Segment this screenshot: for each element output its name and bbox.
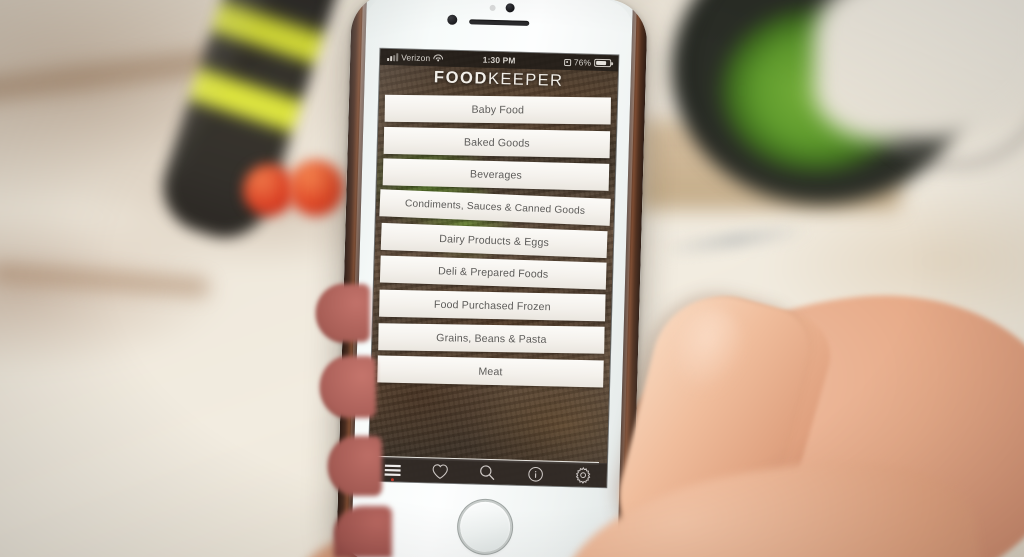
heart-icon (431, 463, 448, 479)
tab-settings[interactable] (565, 464, 600, 487)
tab-favorites[interactable] (423, 460, 458, 483)
hand-finger-foreground (328, 436, 382, 496)
gear-icon (574, 466, 591, 484)
hand-finger-foreground (320, 356, 376, 418)
tab-search[interactable] (470, 461, 505, 484)
app-title-light: KEEPER (487, 69, 564, 90)
category-item-deli-prepared-foods[interactable]: Deli & Prepared Foods (379, 255, 607, 291)
cherry-tomato (288, 160, 344, 216)
lock-rotation-icon (563, 58, 571, 66)
tab-info[interactable] (518, 462, 553, 485)
battery-icon (594, 58, 612, 68)
search-icon (479, 464, 496, 481)
menu-notification-badge (390, 477, 394, 481)
category-item-baked-goods[interactable]: Baked Goods (383, 126, 611, 158)
category-item-condiments-sauces-canned-goods[interactable]: Condiments, Sauces & Canned Goods (379, 189, 611, 226)
hand-finger-foreground (316, 284, 370, 342)
smartphone-device: Verizon 1:30 PM 76% FOODKEEPER Baby Food… (336, 0, 648, 557)
category-item-beverages[interactable]: Beverages (382, 158, 610, 192)
category-item-grains-beans-pasta[interactable]: Grains, Beans & Pasta (378, 323, 605, 354)
category-item-meat[interactable]: Meat (377, 354, 604, 388)
category-list[interactable]: Baby Food Baked Goods Beverages Condimen… (369, 93, 617, 462)
info-circle-icon (527, 466, 543, 482)
app-title-bold: FOOD (433, 68, 489, 88)
status-bar-right: 76% (563, 57, 612, 68)
kitchen-cloth (814, 0, 1024, 140)
category-item-dairy-products-eggs[interactable]: Dairy Products & Eggs (380, 222, 608, 258)
scene-root: Verizon 1:30 PM 76% FOODKEEPER Baby Food… (0, 0, 1024, 557)
phone-screen: Verizon 1:30 PM 76% FOODKEEPER Baby Food… (368, 48, 619, 488)
hand-finger-foreground (334, 506, 392, 557)
category-item-food-purchased-frozen[interactable]: Food Purchased Frozen (379, 289, 606, 322)
battery-percent-label: 76% (573, 57, 592, 68)
category-item-baby-food[interactable]: Baby Food (384, 94, 611, 125)
hamburger-menu-icon (384, 464, 401, 476)
